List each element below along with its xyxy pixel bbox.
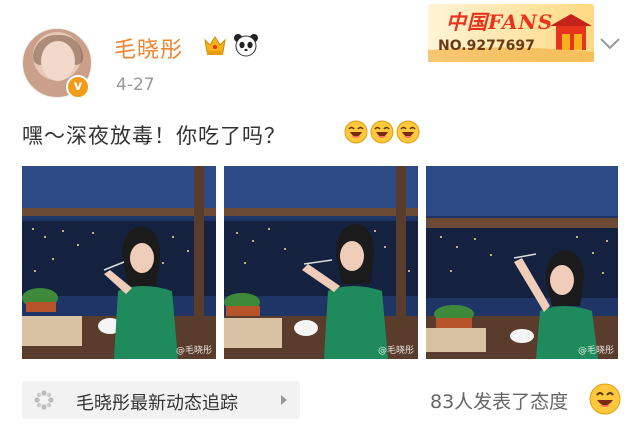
username[interactable]: 毛晓彤 — [114, 32, 183, 64]
fans-card-title: 中国FANS — [446, 10, 554, 34]
image-watermark: @毛晓彤 — [577, 346, 614, 356]
fans-card-number: NO.9277697 — [438, 38, 535, 54]
verified-badge: v — [66, 75, 90, 99]
fans-card[interactable]: 中国FANS NO.9277697 — [428, 4, 594, 62]
crown-icon[interactable] — [203, 33, 227, 57]
tracker-label: 毛晓彤最新动态追踪 — [76, 393, 238, 414]
panda-icon[interactable] — [233, 32, 259, 58]
avatar-face — [41, 41, 75, 81]
photo-scene — [224, 166, 418, 359]
weibo-post: v 毛晓彤 4-27 中国FANS NO.9277697 嘿～深夜放毒！你吃了吗… — [0, 0, 640, 440]
emoji-row — [344, 120, 420, 144]
post-text: 嘿～深夜放毒！你吃了吗？ — [22, 124, 286, 148]
chevron-down-icon[interactable] — [598, 36, 622, 52]
photo-scene — [426, 166, 618, 359]
image-watermark: @毛晓彤 — [377, 346, 414, 356]
pinwheel-icon — [34, 390, 54, 410]
laugh-icon — [396, 120, 420, 144]
laugh-icon — [370, 120, 394, 144]
post-date: 4-27 — [116, 75, 155, 95]
photo-scene — [22, 166, 216, 359]
image-watermark: @毛晓彤 — [175, 346, 212, 356]
post-image-3[interactable]: @毛晓彤 — [426, 166, 618, 359]
laugh-icon — [344, 120, 368, 144]
post-image-1[interactable]: @毛晓彤 — [22, 166, 216, 359]
caret-right-icon — [281, 395, 287, 405]
reactions-count[interactable]: 83人发表了态度 — [430, 387, 568, 414]
smile-icon[interactable] — [589, 383, 621, 415]
post-image-2[interactable]: @毛晓彤 — [224, 166, 418, 359]
tracker-button[interactable]: 毛晓彤最新动态追踪 — [22, 381, 300, 419]
